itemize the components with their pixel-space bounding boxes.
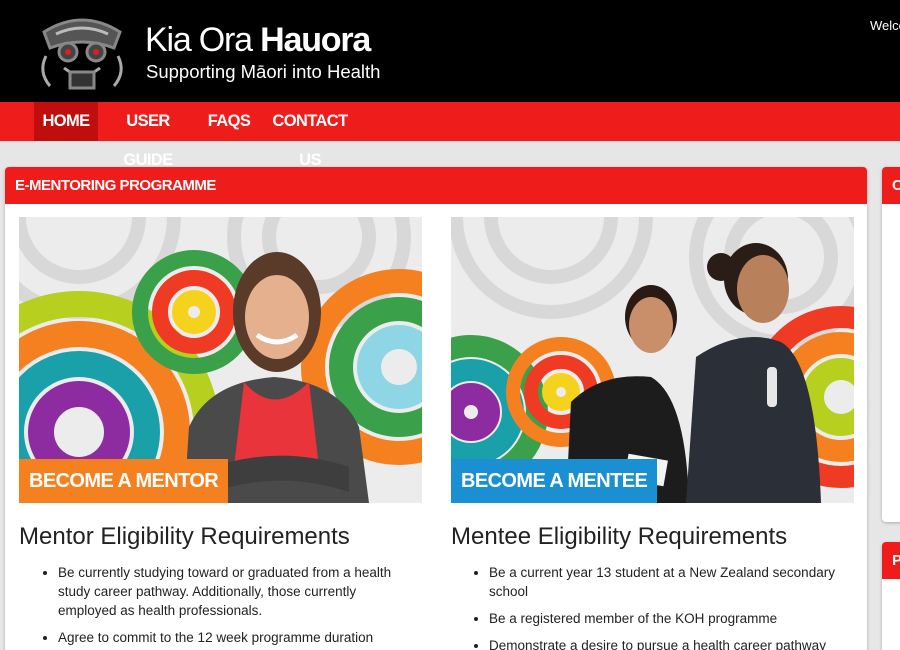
list-item: Agree to commit to the 12 week programme… bbox=[58, 628, 408, 647]
main-navbar: HOME USER GUIDE FAQS CONTACT US bbox=[0, 102, 900, 169]
nav-user-guide[interactable]: USER GUIDE bbox=[104, 102, 192, 169]
nav-faqs[interactable]: FAQS bbox=[206, 102, 252, 141]
panel-title: E-MENTORING PROGRAMME bbox=[5, 167, 867, 204]
list-item: Be a current year 13 student at a New Ze… bbox=[489, 563, 849, 601]
nav-home[interactable]: HOME bbox=[34, 102, 98, 141]
become-a-mentor-button[interactable]: BECOME A MENTOR bbox=[19, 459, 229, 503]
become-a-mentee-button[interactable]: BECOME A MENTEE bbox=[451, 459, 658, 503]
list-item: Be currently studying toward or graduate… bbox=[58, 563, 408, 620]
kia-ora-hauora-logo[interactable] bbox=[34, 12, 130, 92]
mentor-requirements-list: Be currently studying toward or graduate… bbox=[38, 563, 408, 650]
side-panel-1-title: C bbox=[882, 167, 900, 204]
e-mentoring-panel: E-MENTORING PROGRAMME BECOME A MENTOR BE… bbox=[5, 167, 867, 650]
welcome-text: Welco bbox=[870, 18, 900, 33]
side-panel-2-title: P bbox=[882, 542, 900, 579]
brand-title-light: Kia Ora bbox=[145, 21, 261, 59]
mentee-requirements-list: Be a current year 13 student at a New Ze… bbox=[469, 563, 849, 650]
mentee-banner[interactable]: BECOME A MENTEE bbox=[451, 217, 854, 503]
mentor-requirements-heading: Mentor Eligibility Requirements bbox=[19, 523, 350, 550]
side-panel-1: C bbox=[882, 167, 900, 522]
list-item: Be a registered member of the KOH progra… bbox=[489, 609, 849, 628]
nav-contact-us[interactable]: CONTACT US bbox=[266, 102, 354, 169]
site-header: Kia Ora Hauora Supporting Māori into Hea… bbox=[0, 0, 900, 102]
mentor-banner[interactable]: BECOME A MENTOR bbox=[19, 217, 422, 503]
brand-title: Kia Ora Hauora bbox=[145, 20, 371, 60]
brand-title-bold: Hauora bbox=[260, 21, 371, 59]
brand-tagline: Supporting Māori into Health bbox=[146, 61, 381, 82]
list-item: Demonstrate a desire to pursue a health … bbox=[489, 636, 849, 650]
mentee-requirements-heading: Mentee Eligibility Requirements bbox=[451, 523, 788, 550]
side-panel-2: P bbox=[882, 542, 900, 650]
